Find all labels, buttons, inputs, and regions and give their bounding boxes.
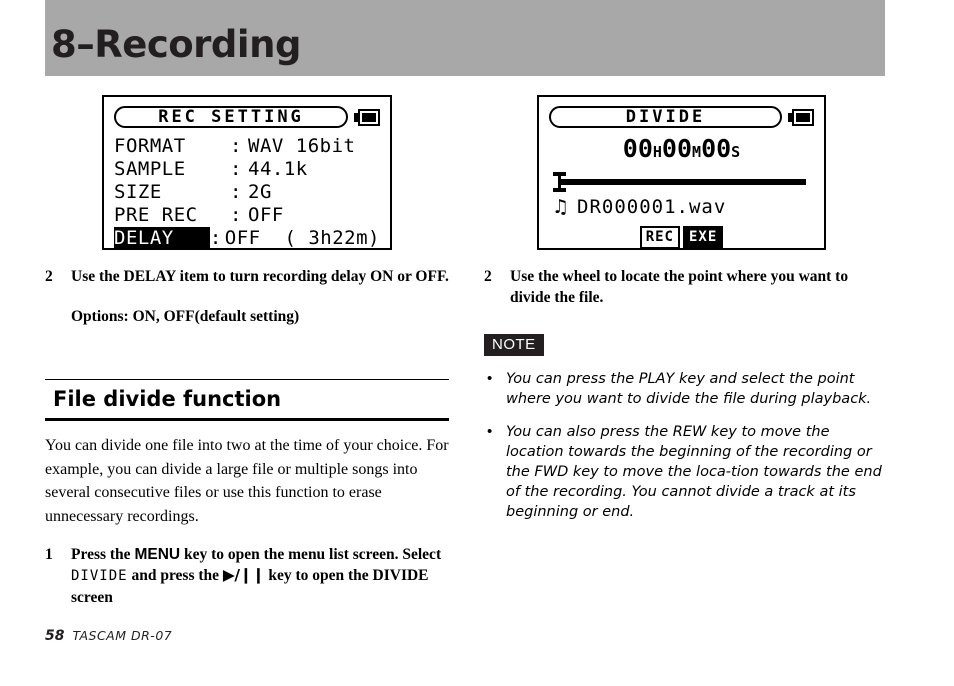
setting-colon: : [230, 204, 242, 226]
divide-file-name: DR000001.wav [577, 196, 727, 218]
setting-value: 2G [248, 181, 272, 203]
setting-value: 44.1k [248, 158, 308, 180]
step-number: 2 [484, 268, 492, 285]
battery-full-icon [354, 108, 380, 126]
time-minutes: 00 [661, 134, 693, 163]
step-text-part2: key to open the menu list screen. Select [180, 546, 442, 563]
setting-label: SIZE [114, 181, 162, 203]
left-column: REC SETTING FORMAT : WAV 16bit SAMPLE : … [45, 95, 449, 608]
divide-point-cursor-icon[interactable] [553, 172, 566, 192]
lcd-rec-setting-screen: REC SETTING FORMAT : WAV 16bit SAMPLE : … [102, 95, 392, 250]
list-item[interactable]: SAMPLE : 44.1k [114, 158, 380, 181]
time-seconds: 00 [701, 134, 732, 163]
rec-button[interactable]: REC [639, 226, 680, 249]
setting-colon: : [230, 158, 242, 180]
footer-page-number: 58 [45, 628, 65, 644]
step-text: Press the MENU key to open the menu list… [71, 544, 449, 608]
exe-button[interactable]: EXE [683, 226, 724, 249]
time-minutes-unit: M [692, 143, 702, 161]
time-hours-unit: H [652, 143, 662, 161]
left-step-1: 1 Press the MENU key to open the menu li… [45, 544, 449, 608]
bullet-text: You can press the PLAY key and select th… [506, 371, 872, 407]
lcd-divide-screen: DIVIDE 00H00M00S ♫ DR000001.wav REC EXE [537, 95, 826, 250]
lcd-screen-title: REC SETTING [114, 106, 348, 128]
divide-position-bar[interactable] [549, 172, 814, 192]
lcd-screen-title: DIVIDE [549, 106, 782, 128]
section-title: File divide function [53, 387, 282, 411]
step-text: Use the wheel to locate the point where … [510, 268, 849, 306]
divide-menu-item-label: DIVIDE [71, 568, 128, 584]
play-pause-icon: ▶/❙❙ [222, 566, 265, 584]
list-item: • You can press the PLAY key and select … [484, 369, 888, 409]
step-number: 1 [45, 546, 53, 563]
divide-time-display: 00H00M00S [549, 136, 814, 161]
bullet-text: You can also press the REW key to move t… [506, 424, 882, 520]
divide-file-row: ♫ DR000001.wav [549, 198, 814, 217]
list-item[interactable]: PRE REC : OFF [114, 204, 380, 227]
step-number: 2 [45, 268, 53, 285]
position-bar-track [559, 179, 806, 185]
step-text: Use the DELAY item to turn recording del… [71, 268, 449, 285]
list-item: • You can also press the REW key to move… [484, 422, 888, 522]
time-hours: 00 [622, 134, 653, 163]
setting-colon: : [230, 181, 242, 203]
step-text-part3: and press the [127, 567, 223, 584]
note-badge: NOTE [484, 334, 544, 356]
rec-setting-list: FORMAT : WAV 16bit SAMPLE : 44.1k SIZE :… [114, 135, 380, 250]
lcd-title-row: DIVIDE [549, 106, 814, 128]
lcd-title-row: REC SETTING [114, 106, 380, 128]
rule-below-heading [45, 418, 449, 421]
bullet-marker: • [487, 423, 493, 440]
divide-button-row: REC EXE [549, 226, 814, 249]
right-column: DIVIDE 00H00M00S ♫ DR000001.wav REC EXE … [484, 95, 888, 522]
section-paragraph: You can divide one file into two at the … [45, 437, 449, 525]
setting-label: PRE REC [114, 204, 198, 226]
section-heading-block: File divide function [45, 379, 449, 421]
battery-full-icon [788, 108, 814, 126]
time-seconds-unit: S [731, 143, 741, 161]
menu-key-label: MENU [134, 546, 181, 563]
setting-value: WAV 16bit [248, 135, 356, 157]
list-item[interactable]: FORMAT : WAV 16bit [114, 135, 380, 158]
setting-label: SAMPLE [114, 158, 186, 180]
page-footer: 58 TASCAM DR-07 [45, 628, 172, 644]
options-line: Options: ON, OFF(default setting) [71, 308, 300, 325]
setting-value: OFF ( 3h22m) [224, 227, 380, 249]
list-item-selected[interactable]: DELAY : OFF ( 3h22m) [114, 227, 380, 250]
setting-label-highlighted: DELAY [114, 227, 210, 250]
bullet-marker: • [487, 370, 493, 387]
list-item[interactable]: SIZE : 2G [114, 181, 380, 204]
setting-colon: : [230, 135, 242, 157]
left-step-2: 2 Use the DELAY item to turn recording d… [45, 266, 449, 287]
music-note-icon: ♫ [552, 196, 571, 218]
setting-value: OFF [248, 204, 284, 226]
footer-model-name: TASCAM DR-07 [72, 628, 173, 643]
setting-label: FORMAT [114, 135, 186, 157]
right-step-2: 2 Use the wheel to locate the point wher… [484, 266, 888, 308]
page-title: 8–Recording [51, 23, 301, 66]
step-text-part1: Press the [71, 546, 135, 563]
setting-colon: : [209, 227, 222, 249]
